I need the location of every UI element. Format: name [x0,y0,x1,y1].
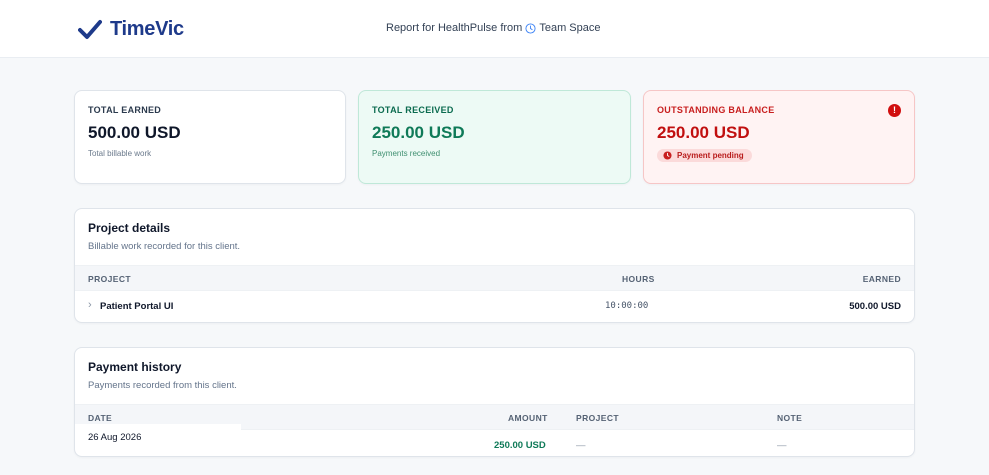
payment-amount: 250.00 USD [494,440,546,451]
payment-history-subtitle: Payments recorded from this client. [88,380,237,391]
column-header-amount: AMOUNT [508,413,548,423]
clock-icon [663,151,672,160]
top-bar: TimeVic Report for HealthPulse from Team… [0,0,989,58]
project-details-panel: Project details Billable work recorded f… [74,208,915,323]
clock-icon [525,22,536,34]
total-earned-label: TOTAL EARNED [88,105,162,115]
payment-pending-label: Payment pending [677,151,744,160]
payment-project: — [576,440,586,451]
outstanding-balance-label: OUTSTANDING BALANCE [657,105,775,115]
project-table-header: PROJECT HOURS EARNED [75,265,914,291]
chevron-right-icon[interactable]: › [88,299,92,311]
report-prefix: Report for HealthPulse from [386,22,523,34]
project-details-title: Project details [88,221,171,235]
logo[interactable]: TimeVic [78,18,184,41]
table-row[interactable]: › Patient Portal UI 10:00:00 500.00 USD [75,291,914,321]
column-header-project: PROJECT [576,413,619,423]
payment-history-panel: Payment history Payments recorded from t… [74,347,915,457]
project-earned: 500.00 USD [849,301,901,312]
report-title: Report for HealthPulse from Team Space [386,22,601,34]
column-header-note: NOTE [777,413,803,423]
total-received-label: TOTAL RECEIVED [372,105,454,115]
total-earned-sub: Total billable work [88,149,152,158]
column-header-earned: EARNED [862,274,901,284]
outstanding-balance-value: 250.00 USD [657,123,750,142]
column-header-date: DATE [88,413,113,423]
project-hours: 10:00:00 [605,301,649,311]
payment-date: 26 Aug 2026 [75,424,241,448]
project-name: Patient Portal UI [100,301,174,312]
outstanding-balance-card: OUTSTANDING BALANCE ! 250.00 USD Payment… [643,90,915,184]
project-details-subtitle: Billable work recorded for this client. [88,241,241,252]
payment-pending-badge: Payment pending [657,149,752,162]
alert-icon: ! [888,104,901,117]
payment-history-title: Payment history [88,360,182,374]
total-received-sub: Payments received [372,149,441,158]
total-received-card: TOTAL RECEIVED 250.00 USD Payments recei… [358,90,631,184]
column-header-project: PROJECT [88,274,131,284]
total-earned-value: 500.00 USD [88,123,181,142]
column-header-hours: HOURS [622,274,655,284]
total-received-value: 250.00 USD [372,123,465,142]
report-space: Team Space [539,22,601,34]
logo-text: TimeVic [110,18,184,40]
checkmark-logo-icon [78,19,102,41]
payment-note: — [777,440,787,451]
total-earned-card: TOTAL EARNED 500.00 USD Total billable w… [74,90,346,184]
